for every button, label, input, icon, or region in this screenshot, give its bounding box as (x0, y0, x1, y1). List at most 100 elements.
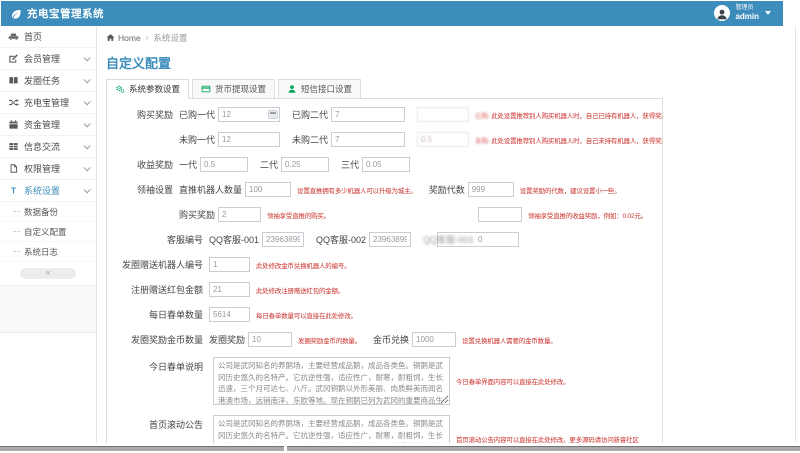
daily-order-count-input-1[interactable] (209, 307, 250, 322)
breadcrumb-separator: › (146, 33, 149, 42)
post-gift-robot-id-input-1[interactable] (209, 257, 250, 272)
income-reward-input-3[interactable] (362, 157, 410, 172)
sidebar-item-post-tasks[interactable]: 发圈任务 (0, 70, 96, 92)
help-note: 设置兑换机器人需要的金币数量。 (462, 335, 557, 345)
field-label: 二代 (260, 158, 278, 171)
field-leader-settings-2: 奖励代数设置奖励的代数，建议设置小一些。 (429, 182, 621, 197)
sidebar-item-system[interactable]: T系统设置 (0, 180, 96, 202)
field-label: QQ客服-002 (316, 233, 366, 246)
tab-param-settings[interactable]: 系统参数设置 (106, 79, 189, 99)
leader-settings-input-1[interactable] (245, 182, 291, 197)
field-group-label: 首页滚动公告 (107, 415, 209, 431)
field-label: QQ客服-001 (209, 233, 259, 246)
form-row-today-order-description: 今日春单说明今日春单界面内容可以直接在此处修改。 (107, 357, 662, 405)
help-note: 今日春单界面内容可以直接在此处修改。 (456, 376, 569, 386)
leader-settings-input-2[interactable] (468, 182, 514, 197)
leader-reward-input-1[interactable] (218, 207, 261, 222)
field-income-reward-2: 二代 (260, 157, 329, 172)
service-qq-input-2[interactable] (369, 232, 411, 247)
input-wrap (209, 257, 250, 272)
field-leader-reward-1: 购买奖励领袖享受直推的购买。 (179, 207, 330, 222)
sidebar-footer-block (0, 285, 96, 333)
purchase-reward-unowned-input-2[interactable] (331, 132, 405, 147)
field-income-reward-3: 三代 (341, 157, 410, 172)
income-reward-input-2[interactable] (281, 157, 329, 172)
field-leader-settings-1: 直推机器人数量设置直推拥有多少机器人可以升级为城主。 (179, 182, 417, 197)
form-row-post-gift-robot-id: 发圈赠送机器人编号此处修改金币兑换机器人的编号。 (107, 257, 662, 272)
field-register-redpacket-amount-1: 此处修改注册赠送红包的金额。 (209, 282, 344, 297)
purchase-reward-owned-input-2[interactable] (331, 107, 405, 122)
income-reward-input-1[interactable] (200, 157, 248, 172)
help-note: 此处修改金币兑换机器人的编号。 (256, 260, 351, 270)
input-wrap (417, 107, 469, 122)
sidebar-subitem-data-backup[interactable]: 数据备份 (0, 202, 96, 222)
shuffle-icon (8, 97, 19, 108)
sidebar-item-messages[interactable]: 信息交流 (0, 136, 96, 158)
input-wrap (218, 132, 280, 147)
input-wrap (209, 307, 250, 322)
sidebar-item-home[interactable]: 首页 (0, 26, 96, 48)
field-label: QQ客服-003 (423, 233, 473, 246)
home-icon (106, 33, 115, 42)
calendar-icon (8, 119, 19, 130)
form-row-purchase-reward-owned: 购买奖励已购一代已购二代已购-此处设置推荐别人购买机器人时，自己已持有机器人，获… (107, 107, 662, 122)
chevron-down-icon (84, 98, 91, 105)
avatar (714, 5, 730, 21)
input-wrap (200, 157, 248, 172)
sidebar-item-members[interactable]: 会员管理 (0, 48, 96, 70)
sidebar-collapse-button[interactable]: « (20, 268, 76, 279)
field-group-label: 购买奖励 (107, 108, 179, 121)
leader-reward-input-2[interactable] (478, 207, 522, 222)
help-note: 此处设置推荐别人购买机器人时，自己已持有机器人，获得奖励多。 (491, 110, 663, 120)
file-icon (8, 163, 19, 174)
taxi-icon (8, 31, 19, 42)
app-window: 充电宝管理系统 管理员 admin 首页会员管理发圈任务充电宝管理资金管理信息交… (0, 0, 800, 453)
input-wrap (245, 182, 291, 197)
field-post-reward-gold-1: 发圈奖励发圈奖励金币的数量。 (209, 332, 361, 347)
sidebar-subitem-custom-config[interactable]: 自定义配置 (0, 222, 96, 242)
window-edge (795, 26, 796, 445)
field-group-label: 领袖设置 (107, 183, 179, 196)
chevron-down-icon (84, 120, 91, 127)
chevron-down-icon (84, 76, 91, 83)
page-title: 自定义配置 (106, 53, 800, 72)
tab-sms-settings[interactable]: 短信接口设置 (278, 79, 361, 98)
service-qq-input-1[interactable] (262, 232, 304, 247)
tab-withdraw-settings[interactable]: 货币提现设置 (192, 79, 275, 98)
sidebar-item-label: 权限管理 (24, 162, 60, 175)
sidebar-subitem-label: 数据备份 (24, 206, 58, 218)
form-row-post-reward-gold: 发圈奖励金币数量发圈奖励发圈奖励金币的数量。金币兑换设置兑换机器人需要的金币数量… (107, 332, 662, 347)
sidebar-subitem-label: 自定义配置 (24, 226, 67, 238)
field-group-label: 注册赠送红包金额 (107, 283, 209, 296)
purchase-reward-unowned-input-1[interactable] (218, 132, 280, 147)
input-wrap (417, 132, 469, 147)
field-service-qq-3: QQ客服-003 (423, 232, 519, 247)
register-redpacket-amount-input-1[interactable] (209, 282, 250, 297)
field-label: 已购二代 (292, 108, 328, 121)
breadcrumb-home[interactable]: Home (118, 33, 141, 43)
field-purchase-reward-owned-3 (417, 107, 469, 122)
sidebar-item-funds[interactable]: 资金管理 (0, 114, 96, 136)
sidebar-item-powerbank[interactable]: 充电宝管理 (0, 92, 96, 114)
tree-dash (13, 251, 20, 252)
sidebar-subitem-system-log[interactable]: 系统日志 (0, 242, 96, 262)
app-title: 充电宝管理系统 (27, 6, 104, 21)
today-order-description-textarea[interactable] (213, 357, 450, 405)
tab-content-panel: 购买奖励已购一代已购二代已购-此处设置推荐别人购买机器人时，自己已持有机器人，获… (106, 99, 663, 453)
post-reward-gold-input-2[interactable] (412, 332, 456, 347)
field-label: 一代 (179, 158, 197, 171)
input-wrap (248, 332, 292, 347)
app-logo[interactable]: 充电宝管理系统 (1, 6, 104, 21)
field-purchase-reward-unowned-2: 未购二代 (292, 132, 405, 147)
field-label: 发圈奖励 (209, 333, 245, 346)
form-row-leader-reward: 购买奖励领袖享受直推的购买。领袖享受直推的收益奖励，例如：0.02元。 (107, 207, 662, 222)
sidebar-item-label: 会员管理 (24, 52, 60, 65)
field-purchase-reward-owned-2: 已购二代 (292, 107, 405, 122)
user-menu[interactable]: 管理员 admin (714, 5, 783, 21)
tab-label: 短信接口设置 (301, 83, 352, 95)
sidebar-item-permissions[interactable]: 权限管理 (0, 158, 96, 180)
tab-bar: 系统参数设置货币提现设置 短信接口设置 (106, 79, 663, 99)
post-reward-gold-input-1[interactable] (248, 332, 292, 347)
caret-down-icon (765, 11, 771, 15)
help-note: 此处修改注册赠送红包的金额。 (256, 285, 344, 295)
